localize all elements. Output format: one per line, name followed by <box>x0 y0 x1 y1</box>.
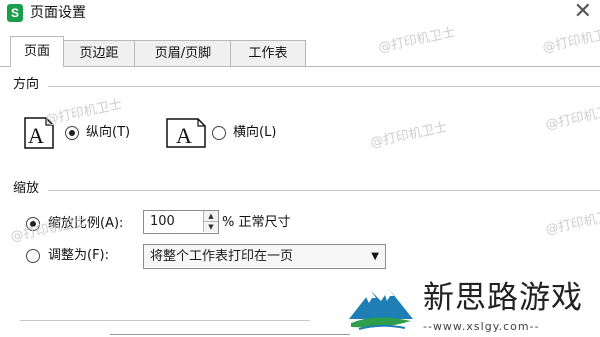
scale-percent-suffix: % 正常尺寸 <box>222 215 291 230</box>
landscape-radio[interactable] <box>212 126 226 140</box>
app-icon: S <box>7 4 23 22</box>
watermark-text: @打印机卫士 <box>544 207 600 238</box>
tab-page[interactable]: 页面 <box>10 36 64 67</box>
brand-url: --www.xslgy.com-- <box>423 320 540 333</box>
stepper-up-icon[interactable]: ▲ <box>203 211 218 222</box>
orientation-divider <box>48 86 600 87</box>
scaling-section-label: 缩放 <box>13 181 40 196</box>
watermark-text: @打印机卫士 <box>544 102 600 133</box>
chevron-down-icon[interactable]: ▼ <box>371 248 379 265</box>
close-icon[interactable]: ✕ <box>574 0 592 24</box>
orientation-section-label: 方向 <box>13 77 40 92</box>
brand-name: 新思路游戏 <box>423 280 583 316</box>
lower-divider <box>20 320 310 321</box>
title-bar: S 页面设置 ✕ <box>0 0 600 34</box>
dialog-title: 页面设置 <box>30 5 86 21</box>
tab-sheet[interactable]: 工作表 <box>230 40 306 66</box>
partial-field-edge <box>110 334 350 335</box>
portrait-radio[interactable] <box>65 126 79 140</box>
landscape-label[interactable]: 横向(L) <box>233 125 276 141</box>
fit-to-select[interactable]: 将整个工作表打印在一页 ▼ <box>143 244 386 269</box>
portrait-label[interactable]: 纵向(T) <box>86 125 130 141</box>
scale-percent-value[interactable]: 100 <box>150 213 175 231</box>
scaling-divider <box>48 190 600 191</box>
landscape-page-icon: A <box>166 118 206 148</box>
mountain-logo-icon <box>349 289 413 330</box>
tab-header-footer[interactable]: 页眉/页脚 <box>134 40 232 66</box>
fit-to-radio[interactable] <box>26 249 40 263</box>
tab-bar: 页面 页边距 页眉/页脚 工作表 <box>0 36 600 67</box>
fit-to-label[interactable]: 调整为(F): <box>48 248 109 264</box>
landscape-icon-letter: A <box>176 123 192 148</box>
stepper-down-icon[interactable]: ▼ <box>203 222 218 232</box>
watermark-text: @打印机卫士 <box>369 120 449 151</box>
scale-percent-stepper[interactable]: 100 ▲ ▼ <box>143 210 219 234</box>
brand-logo: 新思路游戏 --www.xslgy.com-- <box>345 277 600 337</box>
portrait-icon-letter: A <box>28 123 44 148</box>
fit-to-select-value: 将整个工作表打印在一页 <box>150 249 294 264</box>
tab-margins[interactable]: 页边距 <box>62 40 136 66</box>
